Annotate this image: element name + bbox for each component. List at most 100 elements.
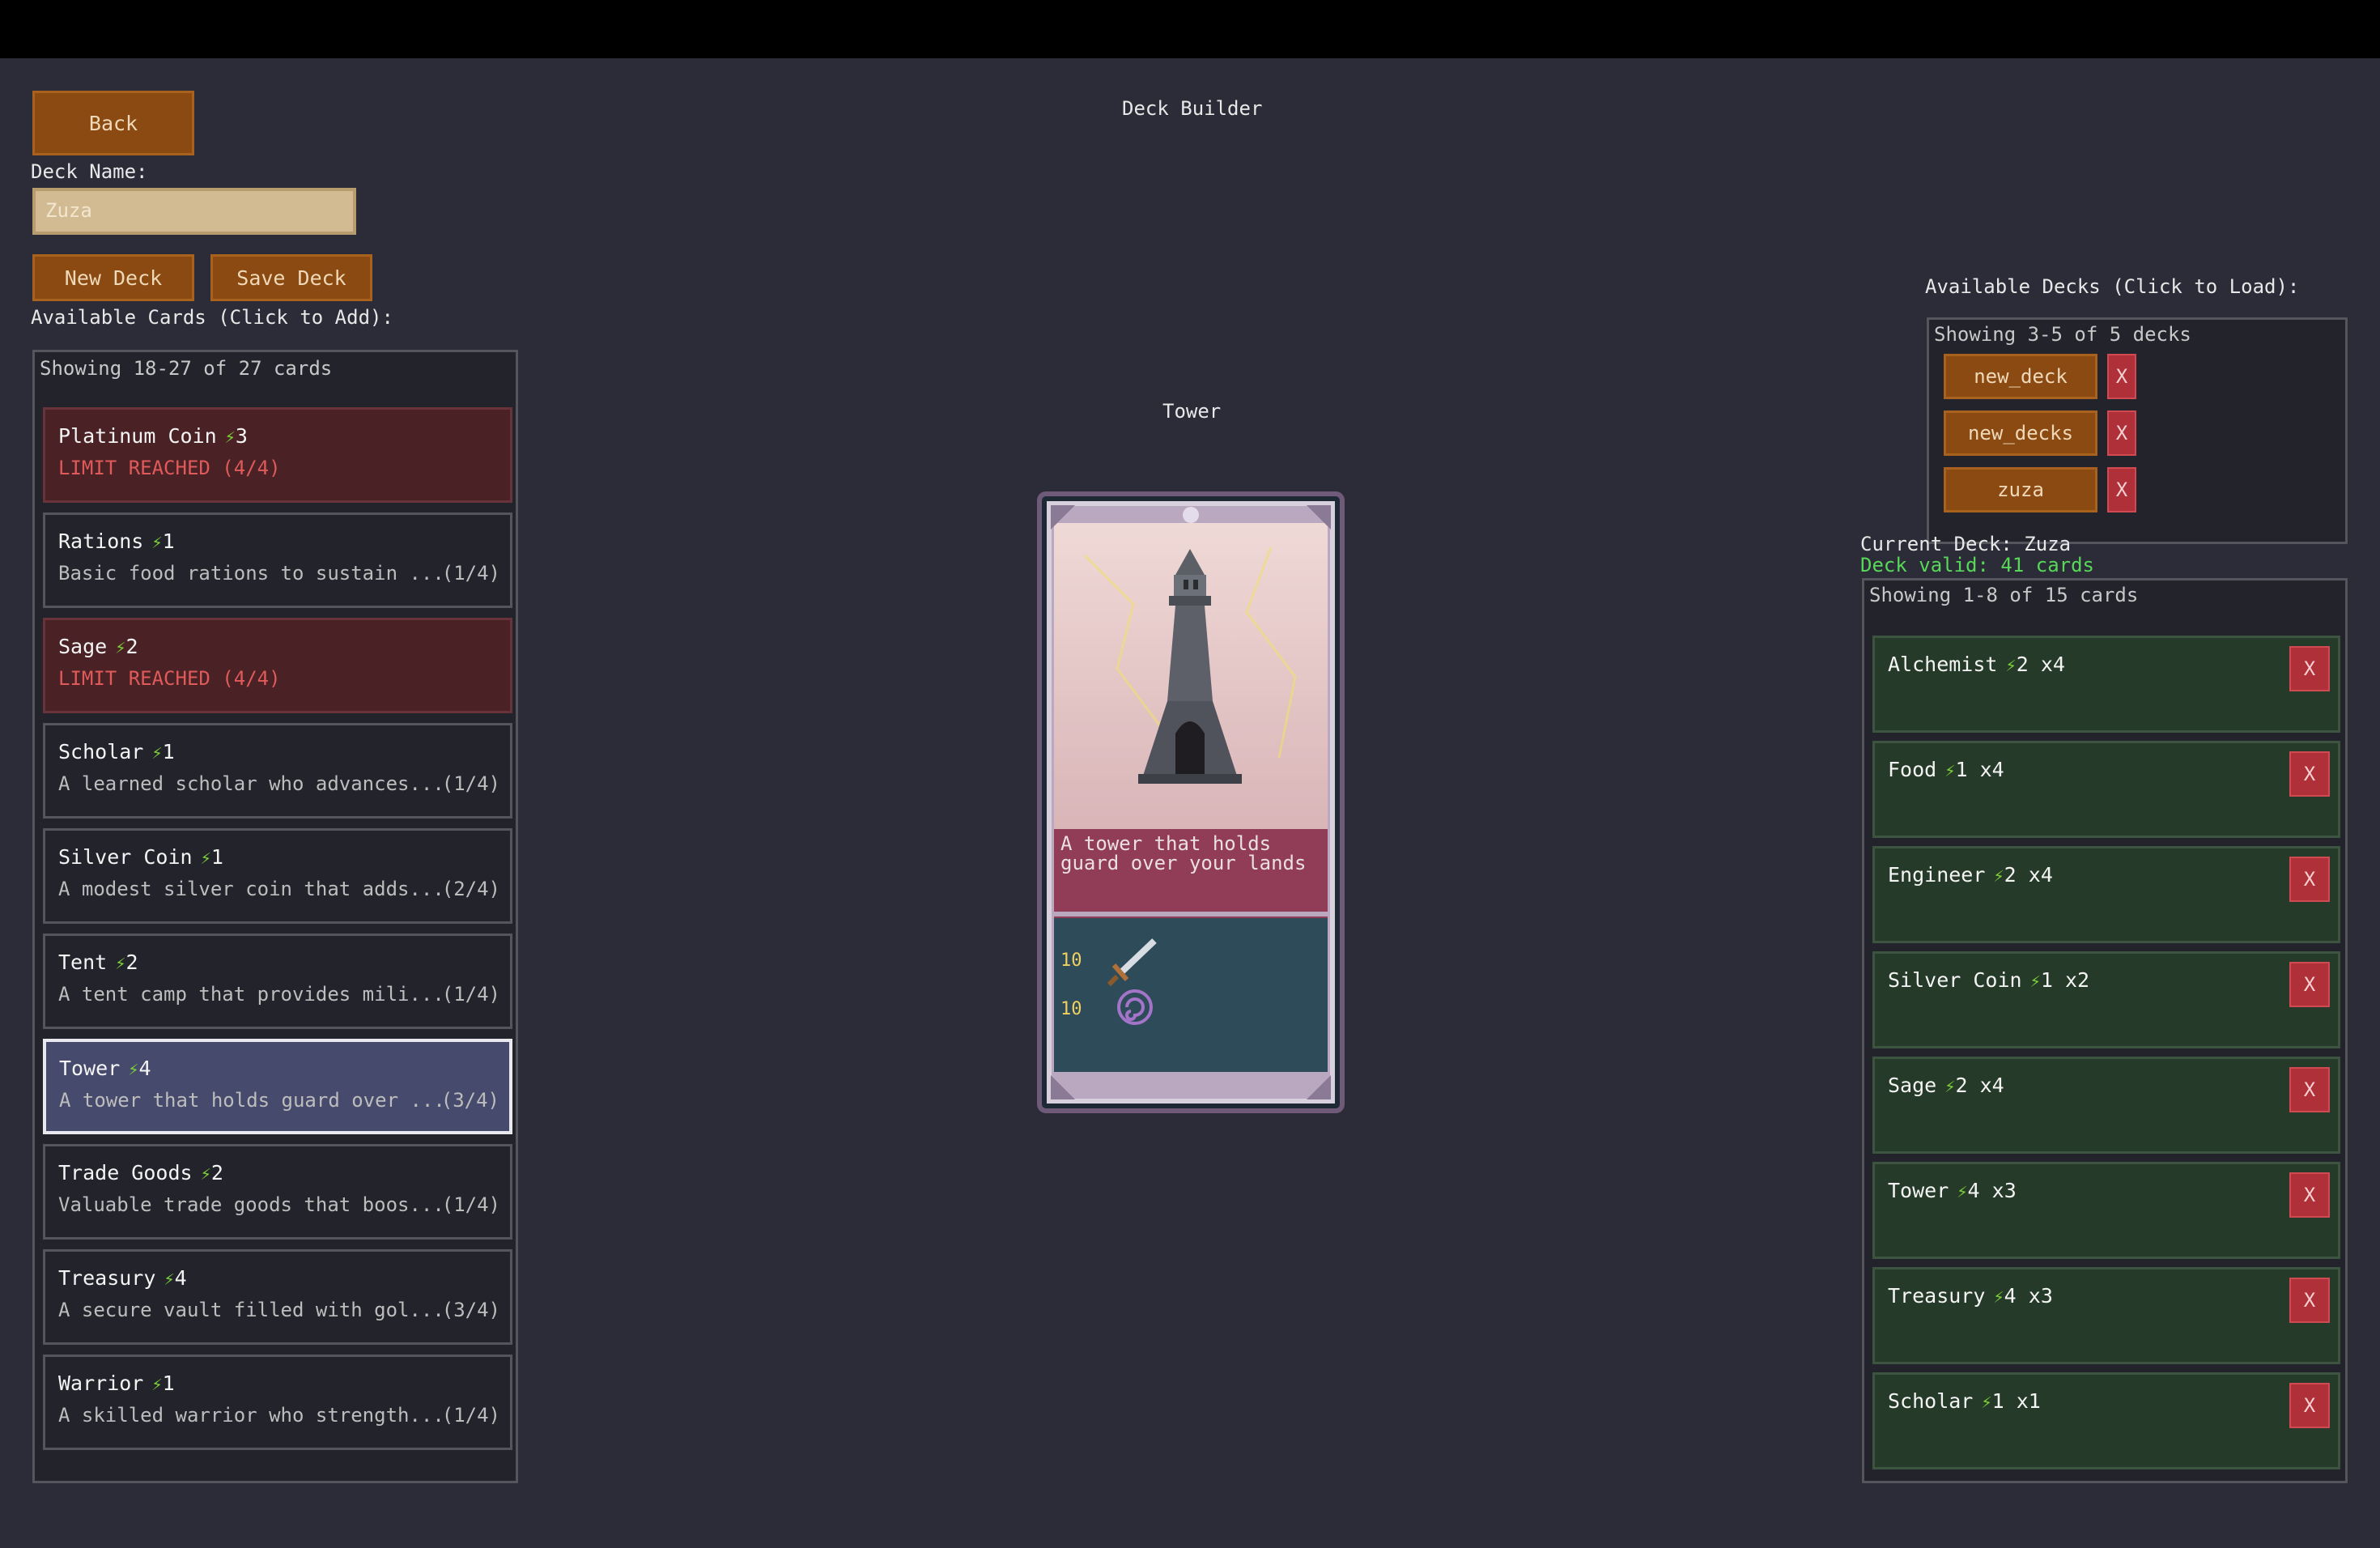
lightning-bolt-icon: ⚡	[115, 954, 126, 974]
card-name: Warrior	[58, 1372, 144, 1395]
card-description: A skilled warrior who strength...	[58, 1404, 444, 1427]
window-title-bar	[0, 0, 2380, 58]
lightning-bolt-icon: ⚡	[2005, 656, 2017, 676]
remove-card-button[interactable]: X	[2289, 646, 2330, 691]
lightning-bolt-icon: ⚡	[1944, 761, 1956, 781]
card-item-tower[interactable]: Tower ⚡4 A tower that holds guard over ..…	[43, 1039, 512, 1134]
card-description: A learned scholar who advances...	[58, 772, 444, 795]
card-item-tent[interactable]: Tent ⚡2 A tent camp that provides mili...…	[43, 933, 512, 1029]
card-name: Engineer	[1888, 863, 1986, 887]
card-count: (1/4)	[441, 1193, 500, 1216]
card-cost: 1	[1991, 1389, 2004, 1413]
lightning-bolt-icon: ⚡	[115, 638, 126, 658]
lightning-bolt-icon: ⚡	[164, 1269, 175, 1290]
lightning-bolt-icon: ⚡	[1981, 1393, 1992, 1413]
deck-card-item[interactable]: Tower ⚡4 x3 X	[1872, 1162, 2340, 1259]
deck-card-item[interactable]: Treasury ⚡4 x3 X	[1872, 1267, 2340, 1364]
remove-card-button[interactable]: X	[2289, 1278, 2330, 1323]
card-cost: 2	[2004, 863, 2017, 887]
back-button[interactable]: Back	[32, 91, 194, 155]
lightning-bolt-icon: ⚡	[1993, 1287, 2004, 1308]
card-cost: 4	[2004, 1284, 2017, 1308]
save-deck-button[interactable]: Save Deck	[210, 254, 372, 301]
card-quantity: x4	[2040, 653, 2065, 676]
limit-reached-text: LIMIT REACHED (4/4)	[58, 667, 281, 690]
card-name: Treasury	[58, 1266, 156, 1290]
remove-card-button[interactable]: X	[2289, 962, 2330, 1007]
card-cost: 4	[138, 1057, 151, 1080]
card-cost: 2	[1955, 1074, 1968, 1097]
card-description: A tower that holds guard over ...	[59, 1089, 445, 1112]
deck-delete-button[interactable]: X	[2107, 354, 2136, 399]
card-cost: 2	[210, 1161, 223, 1184]
deck-card-item[interactable]: Engineer ⚡2 x4 X	[1872, 846, 2340, 943]
card-cost: 2	[125, 950, 138, 974]
remove-card-button[interactable]: X	[2289, 751, 2330, 797]
card-count: (1/4)	[441, 1404, 500, 1427]
new-deck-button[interactable]: New Deck	[32, 254, 194, 301]
card-name: Scholar	[1888, 1389, 1974, 1413]
card-item-trade-goods[interactable]: Trade Goods ⚡2 Valuable trade goods that …	[43, 1144, 512, 1240]
deck-card-item[interactable]: Scholar ⚡1 x1 X	[1872, 1372, 2340, 1469]
deck-load-button[interactable]: new_decks	[1944, 410, 2097, 456]
deck-card-item[interactable]: Food ⚡1 x4 X	[1872, 741, 2340, 838]
card-item-scholar[interactable]: Scholar ⚡1 A learned scholar who advances…	[43, 723, 512, 819]
card-preview: A tower that holds guard over your lands…	[1036, 491, 1345, 1114]
lightning-bolt-icon: ⚡	[1957, 1182, 1968, 1202]
deck-card-item[interactable]: Alchemist ⚡2 x4 X	[1872, 636, 2340, 733]
current-deck-count: Showing 1-8 of 15 cards	[1869, 584, 2139, 606]
remove-card-button[interactable]: X	[2289, 1067, 2330, 1112]
remove-card-button[interactable]: X	[2289, 1172, 2330, 1218]
card-quantity: x3	[1991, 1179, 2017, 1202]
card-cost: 1	[1955, 758, 1968, 781]
deck-load-button[interactable]: new_deck	[1944, 354, 2097, 399]
card-description: Basic food rations to sustain ...	[58, 562, 444, 585]
card-item-silver-coin[interactable]: Silver Coin ⚡1 A modest silver coin that …	[43, 828, 512, 924]
card-item-platinum-coin[interactable]: Platinum Coin ⚡3 LIMIT REACHED (4/4)	[43, 407, 512, 503]
card-cost: 2	[125, 635, 138, 658]
page-title: Deck Builder	[1122, 97, 1263, 120]
deck-delete-button[interactable]: X	[2107, 410, 2136, 456]
card-count: (1/4)	[441, 772, 500, 795]
card-item-sage[interactable]: Sage ⚡2 LIMIT REACHED (4/4)	[43, 618, 512, 713]
card-count: (2/4)	[441, 878, 500, 900]
card-description: Valuable trade goods that boos...	[58, 1193, 444, 1216]
card-name: Trade Goods	[58, 1161, 193, 1184]
deck-card-item[interactable]: Sage ⚡2 x4 X	[1872, 1057, 2340, 1154]
card-description: A modest silver coin that adds...	[58, 878, 444, 900]
card-item-rations[interactable]: Rations ⚡1 Basic food rations to sustain …	[43, 512, 512, 608]
lightning-bolt-icon: ⚡	[128, 1060, 139, 1080]
lightning-bolt-icon: ⚡	[151, 1375, 163, 1395]
card-count: (1/4)	[441, 562, 500, 585]
lightning-bolt-icon: ⚡	[2029, 972, 2041, 992]
card-description: A tent camp that provides mili...	[58, 983, 444, 1006]
card-item-treasury[interactable]: Treasury ⚡4 A secure vault filled with go…	[43, 1249, 512, 1345]
remove-card-button[interactable]: X	[2289, 1383, 2330, 1428]
card-name: Food	[1888, 758, 1937, 781]
card-item-warrior[interactable]: Warrior ⚡1 A skilled warrior who strength…	[43, 1354, 512, 1450]
lightning-bolt-icon: ⚡	[151, 743, 163, 763]
lightning-bolt-icon: ⚡	[151, 533, 163, 553]
magic-value: 10	[1060, 999, 1082, 1019]
card-name: Tower	[1888, 1179, 1949, 1202]
card-name: Sage	[58, 635, 108, 658]
card-quantity: x4	[2028, 863, 2053, 887]
remove-card-button[interactable]: X	[2289, 857, 2330, 902]
card-quantity: x3	[2028, 1284, 2053, 1308]
deck-load-button[interactable]: zuza	[1944, 467, 2097, 512]
available-cards-count: Showing 18-27 of 27 cards	[40, 357, 333, 380]
limit-reached-text: LIMIT REACHED (4/4)	[58, 457, 281, 479]
card-quantity: x2	[2064, 968, 2090, 992]
deck-delete-button[interactable]: X	[2107, 467, 2136, 512]
card-cost: 1	[162, 740, 175, 763]
card-name: Sage	[1888, 1074, 1937, 1097]
card-cost: 2	[2016, 653, 2029, 676]
card-quantity: x4	[1979, 1074, 2004, 1097]
card-name: Silver Coin	[58, 845, 193, 869]
lightning-bolt-icon: ⚡	[224, 427, 236, 448]
deck-name-input[interactable]: Zuza	[32, 188, 356, 235]
deck-card-item[interactable]: Silver Coin ⚡1 x2 X	[1872, 951, 2340, 1048]
lightning-bolt-icon: ⚡	[1944, 1077, 1956, 1097]
lightning-bolt-icon: ⚡	[200, 848, 211, 869]
card-quantity: x1	[2016, 1389, 2041, 1413]
